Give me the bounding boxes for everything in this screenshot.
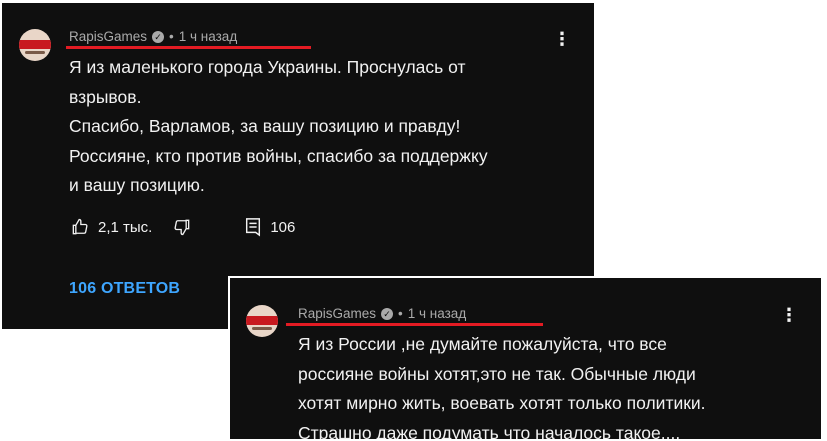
- comment-text: Я из России ,не думайте пожалуйста, что …: [298, 330, 706, 441]
- author-name[interactable]: RapisGames: [69, 29, 147, 44]
- highlight-underline: [286, 323, 543, 326]
- like-button[interactable]: 2,1 тыс.: [70, 217, 152, 237]
- avatar-detail: [25, 51, 45, 54]
- comment-text: Я из маленького города Украины. Проснула…: [69, 53, 488, 201]
- comment-line: Я из маленького города Украины. Проснула…: [69, 57, 466, 77]
- comment-line: Я из России ,не думайте пожалуйста, что …: [298, 334, 667, 354]
- comment-card-2: RapisGames ✓ • 1 ч назад ⋮ Я из России ,…: [228, 276, 823, 441]
- like-count: 2,1 тыс.: [98, 218, 153, 236]
- comment-time[interactable]: 1 ч назад: [408, 306, 466, 321]
- comment-meta: RapisGames ✓ • 1 ч назад: [298, 306, 466, 321]
- comment-actions: 2,1 тыс. 106: [70, 217, 295, 237]
- avatar-band: [19, 40, 51, 49]
- thumb-down-icon: [174, 219, 190, 236]
- avatar[interactable]: [19, 29, 51, 61]
- author-name[interactable]: RapisGames: [298, 306, 376, 321]
- reply-button[interactable]: 106: [244, 217, 295, 237]
- separator-dot: •: [398, 306, 403, 321]
- verified-check-icon: ✓: [381, 307, 394, 320]
- comment-line: хотят мирно жить, воевать хотят только п…: [298, 393, 706, 413]
- comment-line: россияне войны хотят,это не так. Обычные…: [298, 363, 696, 384]
- avatar-band: [246, 316, 278, 325]
- dislike-button[interactable]: [172, 217, 192, 237]
- highlight-underline: [66, 46, 311, 49]
- avatar[interactable]: [246, 305, 278, 337]
- comment-line: Спасибо, Варламов, за вашу позицию и пра…: [69, 116, 461, 136]
- comment-line: взрывов.: [69, 86, 142, 107]
- comment-time[interactable]: 1 ч назад: [179, 29, 237, 44]
- verified-check-icon: ✓: [152, 30, 165, 43]
- more-vert-icon[interactable]: ⋮: [780, 306, 798, 324]
- thumb-up-icon: [72, 218, 88, 235]
- comment-icon: [246, 218, 261, 237]
- avatar-detail: [252, 327, 272, 330]
- more-vert-icon[interactable]: ⋮: [553, 30, 571, 48]
- reply-count: 106: [270, 218, 296, 236]
- comment-meta: RapisGames ✓ • 1 ч назад: [69, 29, 237, 44]
- comment-line: Россияне, кто против войны, спасибо за п…: [69, 145, 488, 166]
- comment-line: и вашу позицию.: [69, 175, 205, 195]
- comment-line: Страшно даже подумать что началось такое…: [298, 422, 681, 441]
- show-replies-button[interactable]: 106 ОТВЕТОВ: [69, 280, 180, 298]
- separator-dot: •: [169, 29, 174, 44]
